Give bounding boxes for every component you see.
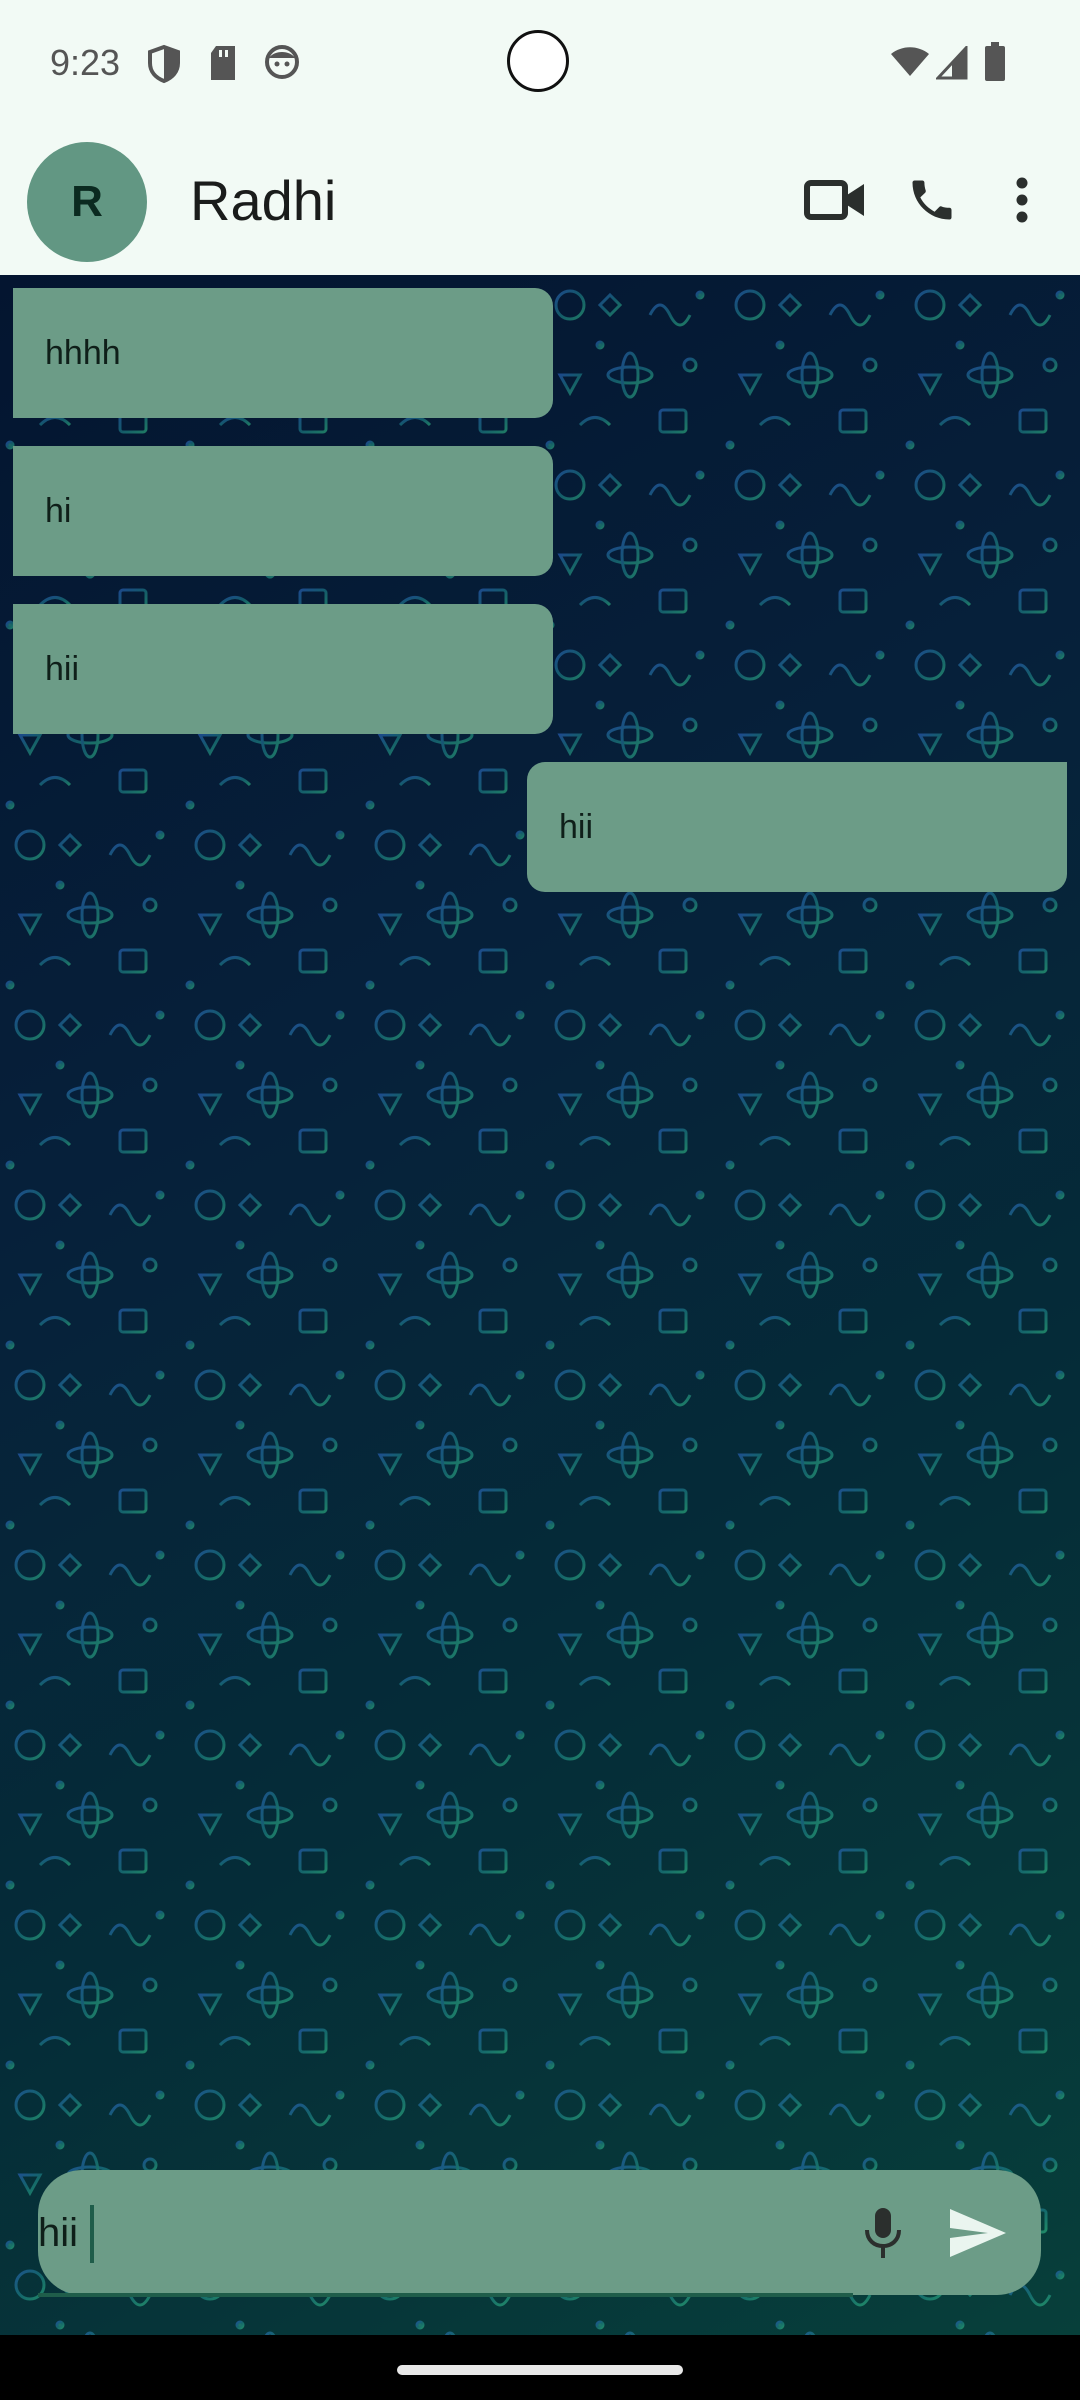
more-vert-icon	[1016, 177, 1028, 223]
face-icon	[264, 44, 300, 85]
message-text: hhhh	[45, 333, 121, 372]
voice-call-button[interactable]	[892, 160, 972, 240]
voice-message-button[interactable]	[848, 2198, 918, 2268]
message-bubble-received[interactable]: hii	[13, 604, 553, 734]
more-options-button[interactable]	[982, 160, 1062, 240]
phone-call-icon	[912, 180, 952, 220]
message-bubble-received[interactable]: hi	[13, 446, 553, 576]
sd-card-icon	[208, 44, 238, 87]
message-text: hii	[559, 807, 594, 846]
video-call-icon	[804, 180, 864, 220]
input-underline	[38, 2293, 853, 2297]
camera-cutout	[507, 30, 569, 92]
status-bar: 9:23	[0, 0, 1080, 130]
message-input[interactable]	[38, 2200, 818, 2266]
chat-wallpaper	[0, 275, 1080, 2335]
navigation-bar	[0, 2335, 1080, 2400]
message-text: hi	[45, 491, 72, 530]
text-cursor	[90, 2205, 94, 2263]
send-button[interactable]	[938, 2195, 1018, 2270]
message-bubble-sent[interactable]: hii	[527, 762, 1067, 892]
send-icon	[950, 2208, 1006, 2257]
message-composer	[38, 2170, 1041, 2295]
message-list[interactable]: hhhh hi hii hii	[0, 275, 1080, 2335]
battery-icon	[984, 42, 1006, 87]
contact-name[interactable]: Radhi	[190, 168, 336, 233]
status-time: 9:23	[50, 42, 121, 83]
chat-header: R Radhi	[0, 130, 1080, 275]
avatar[interactable]: R	[27, 142, 147, 262]
avatar-initial: R	[71, 177, 103, 226]
message-text: hii	[45, 649, 80, 688]
video-call-button[interactable]	[796, 160, 876, 240]
message-bubble-received[interactable]: hhhh	[13, 288, 553, 418]
cellular-signal-icon	[934, 44, 968, 85]
shield-icon	[146, 44, 182, 89]
mic-icon	[865, 2208, 901, 2258]
home-gesture-handle[interactable]	[397, 2365, 683, 2375]
wifi-icon	[890, 46, 930, 83]
